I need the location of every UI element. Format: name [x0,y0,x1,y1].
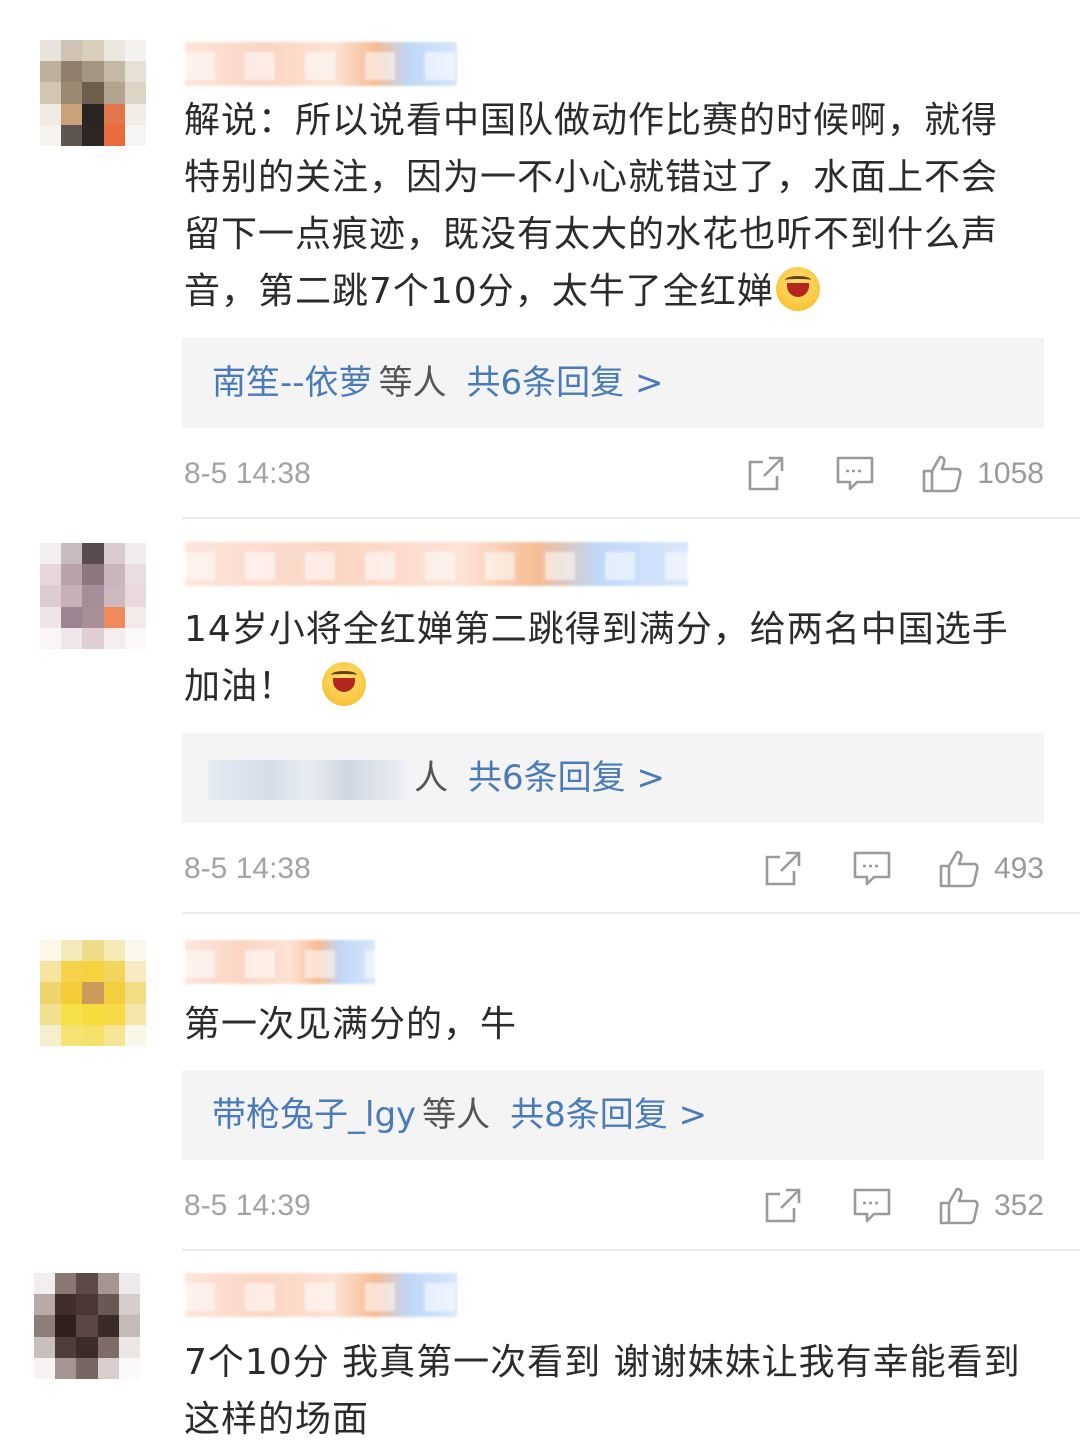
comment-icon [853,1188,891,1223]
timestamp: 8-5 14:38 [184,457,311,490]
comment-text: 7个10分 我真第一次看到 谢谢妹妹让我有幸能看到这样的场面 [184,1342,1021,1440]
like-count: 352 [993,1189,1044,1222]
username-blurred[interactable] [185,42,457,86]
laughing-crying-emoji-icon [321,662,366,706]
reply-preview[interactable]: 南笙--依萝 等人 共6条回复 > [182,338,1044,428]
like-count: 1058 [977,457,1044,490]
comment-button[interactable] [852,850,892,888]
comment-button[interactable] [835,455,875,493]
action-bar: 493 [764,849,1044,889]
timestamp: 8-5 14:39 [184,1189,311,1222]
like-button[interactable]: 352 [938,1186,1044,1226]
share-icon [748,456,784,491]
divider [182,912,1080,914]
thumbs-up-icon [939,850,979,888]
thumbs-up-icon [922,455,962,493]
comment-meta: 8-5 14:38 493 [184,849,1044,889]
reply-usernames[interactable]: 带枪兔子_lgy [212,1095,416,1135]
username-blurred[interactable] [185,940,375,984]
comment-meta: 8-5 14:38 1058 [184,454,1044,494]
avatar[interactable] [40,40,146,146]
comment-icon [853,851,891,886]
laughing-crying-emoji-icon [775,267,820,311]
comment-text: 解说：所以说看中国队做动作比赛的时候啊，就得特别的关注，因为一不小心就错过了，水… [184,100,999,312]
action-bar: 352 [764,1186,1044,1226]
reply-usernames[interactable]: 南笙--依萝 [212,363,373,403]
comment-meta: 8-5 14:39 352 [184,1186,1044,1226]
share-button[interactable] [764,851,802,887]
divider [182,1249,1080,1251]
reply-count-link[interactable]: 共8条回复 > [510,1095,707,1135]
like-button[interactable]: 1058 [921,454,1044,494]
share-icon [765,851,801,886]
divider [182,517,1080,519]
share-icon [765,1188,801,1223]
username-blurred[interactable] [185,1273,457,1317]
like-count: 493 [993,852,1044,885]
avatar[interactable] [40,940,146,1046]
share-button[interactable] [747,456,785,492]
reply-preview[interactable]: 人共6条回复 > [182,733,1044,823]
reply-count-link[interactable]: 共6条回复 > [467,363,664,403]
reply-count-link[interactable]: 共6条回复 > [468,758,665,798]
comment-text: 14岁小将全红婵第二跳得到满分，给两名中国选手加油！ [184,609,1009,707]
timestamp: 8-5 14:38 [184,852,311,885]
reply-etc-label: 人 [414,758,448,798]
avatar[interactable] [40,543,146,649]
like-button[interactable]: 493 [938,849,1044,889]
reply-preview[interactable]: 带枪兔子_lgy 等人 共8条回复 > [182,1070,1044,1160]
comment-text: 第一次见满分的，牛 [184,1004,518,1045]
comment-button[interactable] [852,1187,892,1225]
reply-etc-label: 等人 [422,1095,491,1135]
action-bar: 1058 [747,454,1044,494]
thumbs-up-icon [939,1187,979,1225]
reply-usernames-blurred[interactable] [208,759,408,800]
avatar[interactable] [34,1273,140,1379]
reply-etc-label: 等人 [378,363,447,403]
username-blurred[interactable] [185,542,688,586]
comment-icon [836,456,874,491]
share-button[interactable] [764,1188,802,1224]
